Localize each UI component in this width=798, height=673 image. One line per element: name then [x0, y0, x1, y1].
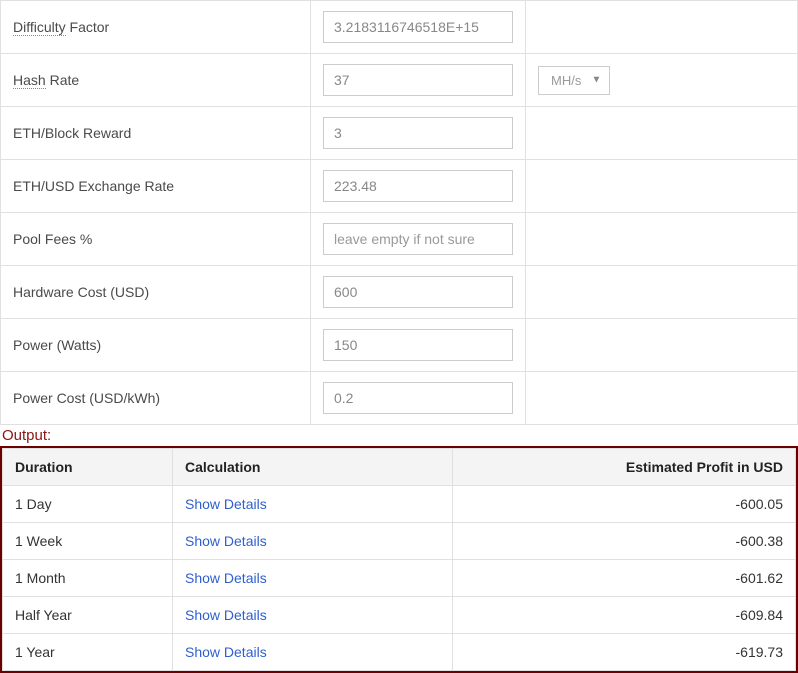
inputs-table: Difficulty Factor Hash Rate MH/s ▼ ETH/B…: [0, 0, 798, 425]
table-row: 1 Year Show Details -619.73: [3, 634, 796, 671]
duration-cell: 1 Month: [3, 560, 173, 597]
pool-fees-label: Pool Fees %: [1, 213, 311, 266]
profit-cell: -601.62: [453, 560, 796, 597]
table-row: 1 Week Show Details -600.38: [3, 523, 796, 560]
duration-cell: Half Year: [3, 597, 173, 634]
header-duration: Duration: [3, 449, 173, 486]
profit-cell: -609.84: [453, 597, 796, 634]
power-watts-input[interactable]: [323, 329, 513, 361]
hashrate-input[interactable]: [323, 64, 513, 96]
profit-cell: -600.05: [453, 486, 796, 523]
table-row: 1 Month Show Details -601.62: [3, 560, 796, 597]
table-row: 1 Day Show Details -600.05: [3, 486, 796, 523]
power-cost-input[interactable]: [323, 382, 513, 414]
duration-cell: 1 Week: [3, 523, 173, 560]
block-reward-input[interactable]: [323, 117, 513, 149]
header-profit: Estimated Profit in USD: [453, 449, 796, 486]
block-reward-label: ETH/Block Reward: [1, 107, 311, 160]
header-calculation: Calculation: [173, 449, 453, 486]
exchange-rate-input[interactable]: [323, 170, 513, 202]
output-table: Duration Calculation Estimated Profit in…: [2, 448, 796, 671]
power-cost-label: Power Cost (USD/kWh): [1, 372, 311, 425]
pool-fees-input[interactable]: [323, 223, 513, 255]
profit-cell: -619.73: [453, 634, 796, 671]
chevron-down-icon: ▼: [591, 75, 601, 86]
power-watts-label: Power (Watts): [1, 319, 311, 372]
show-details-link[interactable]: Show Details: [185, 533, 267, 549]
output-container: Duration Calculation Estimated Profit in…: [0, 446, 798, 673]
hardware-cost-label: Hardware Cost (USD): [1, 266, 311, 319]
difficulty-input[interactable]: [323, 11, 513, 43]
show-details-link[interactable]: Show Details: [185, 496, 267, 512]
difficulty-input-cell: [311, 1, 526, 54]
profit-cell: -600.38: [453, 523, 796, 560]
show-details-link[interactable]: Show Details: [185, 607, 267, 623]
table-row: Half Year Show Details -609.84: [3, 597, 796, 634]
difficulty-label: Difficulty Factor: [1, 1, 311, 54]
hashrate-input-cell: [311, 54, 526, 107]
hashrate-unit-value: MH/s: [551, 73, 581, 88]
output-label: Output:: [0, 425, 798, 446]
show-details-link[interactable]: Show Details: [185, 570, 267, 586]
hashrate-label: Hash Rate: [1, 54, 311, 107]
hashrate-unit-select[interactable]: MH/s ▼: [538, 66, 610, 95]
hardware-cost-input[interactable]: [323, 276, 513, 308]
show-details-link[interactable]: Show Details: [185, 644, 267, 660]
hashrate-unit-cell: MH/s ▼: [526, 54, 798, 107]
exchange-rate-label: ETH/USD Exchange Rate: [1, 160, 311, 213]
duration-cell: 1 Day: [3, 486, 173, 523]
duration-cell: 1 Year: [3, 634, 173, 671]
